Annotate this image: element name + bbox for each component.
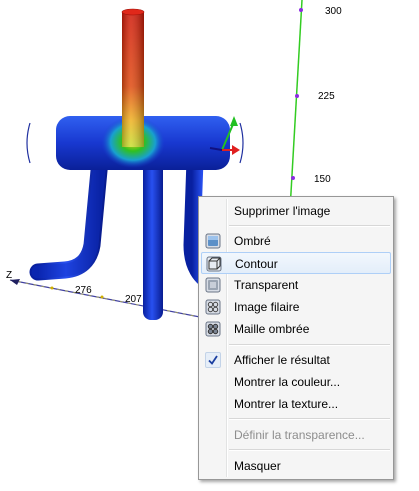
inlet-pipe <box>121 8 145 147</box>
menu-item-shaded[interactable]: Ombré <box>201 230 391 252</box>
y-tick-label: 300 <box>325 6 342 17</box>
z-axis-letter: Z <box>6 270 13 281</box>
y-axis-tick-marker <box>295 94 299 98</box>
y-tick-label: 150 <box>314 174 331 185</box>
menu-item-label: Masquer <box>234 459 281 473</box>
menu-item-delete-image[interactable]: Supprimer l'image <box>201 200 391 222</box>
menu-item-hide[interactable]: Masquer <box>201 455 391 477</box>
context-menu: Supprimer l'image Ombré Contour Transpar… <box>198 196 394 480</box>
transparent-cube-icon <box>205 277 221 293</box>
menu-item-set-transparency: Définir la transparence... <box>201 424 391 446</box>
wireframe-mesh-icon <box>205 299 221 315</box>
menu-item-label: Afficher le résultat <box>234 353 330 367</box>
menu-item-show-color[interactable]: Montrer la couleur... <box>201 371 391 393</box>
outline-cube-icon <box>206 256 222 272</box>
menu-item-transparent[interactable]: Transparent <box>201 274 391 296</box>
menu-separator <box>229 449 390 451</box>
menu-item-contour[interactable]: Contour <box>201 252 391 274</box>
z-tick-label: 207 <box>125 294 142 305</box>
menu-item-label: Maille ombrée <box>234 322 310 336</box>
menu-separator <box>229 225 390 227</box>
checkmark-icon <box>205 352 221 368</box>
menu-separator <box>229 344 390 346</box>
menu-item-label: Transparent <box>234 278 299 292</box>
y-axis <box>289 0 303 211</box>
menu-item-shaded-mesh[interactable]: Maille ombrée <box>201 318 391 340</box>
menu-item-label: Contour <box>235 257 278 271</box>
menu-item-label: Définir la transparence... <box>234 428 365 442</box>
menu-item-label: Montrer la couleur... <box>234 375 341 389</box>
menu-item-label: Supprimer l'image <box>234 204 331 218</box>
menu-item-label: Ombré <box>234 234 271 248</box>
z-axis <box>9 279 206 319</box>
menu-item-show-result[interactable]: Afficher le résultat <box>201 349 391 371</box>
menu-separator <box>229 418 390 420</box>
z-tick-label: 276 <box>75 285 92 296</box>
shaded-cube-icon <box>205 233 221 249</box>
y-axis-tick-marker <box>291 176 295 180</box>
shaded-mesh-icon <box>205 321 221 337</box>
menu-item-label: Image filaire <box>234 300 300 314</box>
y-tick-label: 225 <box>318 91 335 102</box>
menu-item-wireframe[interactable]: Image filaire <box>201 296 391 318</box>
menu-item-show-texture[interactable]: Montrer la texture... <box>201 393 391 415</box>
y-axis-tick-marker <box>299 8 303 12</box>
menu-item-label: Montrer la texture... <box>234 397 339 411</box>
